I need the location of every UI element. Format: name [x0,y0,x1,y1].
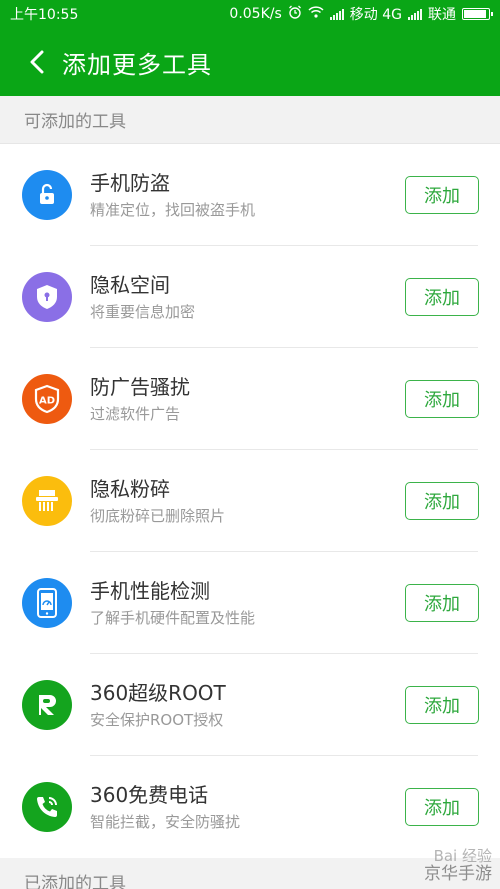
add-button[interactable]: 添加 [405,788,479,826]
wifi-icon [308,6,324,22]
page-title: 添加更多工具 [62,50,212,79]
add-button[interactable]: 添加 [405,278,479,316]
battery-icon [462,8,493,20]
list-item-free-call[interactable]: 360免费电话 智能拦截，安全防骚扰 添加 [0,756,500,858]
list-item-privacy-space[interactable]: 隐私空间 将重要信息加密 添加 [0,246,500,348]
signal-icon [329,8,344,20]
watermark: Bai 经验 京华手游 [424,847,492,883]
status-time: 上午10:55 [10,7,79,23]
phone-gauge-icon [22,578,72,628]
add-button[interactable]: 添加 [405,584,479,622]
section-available-tools: 可添加的工具 [0,96,500,144]
unlock-icon [22,170,72,220]
chevron-left-icon [30,50,44,74]
status-bar: 上午10:55 0.05K/s 移动 4G 联通 [0,0,500,28]
add-button[interactable]: 添加 [405,686,479,724]
app-header: 添加更多工具 [0,28,500,96]
list-item-privacy-shred[interactable]: 隐私粉碎 彻底粉碎已删除照片 添加 [0,450,500,552]
ad-shield-icon: AD [22,374,72,424]
tool-list: 手机防盗 精准定位，找回被盗手机 添加 隐私空间 将重要信息加密 添加 AD 防… [0,144,500,858]
shield-lock-icon [22,272,72,322]
network-speed: 0.05K/s [229,6,282,22]
alarm-icon [288,5,302,23]
svg-text:AD: AD [39,396,55,407]
list-item-anti-ad[interactable]: AD 防广告骚扰 过滤软件广告 添加 [0,348,500,450]
back-button[interactable] [24,49,50,75]
carrier-1: 移动 4G [349,7,402,23]
list-item-performance-test[interactable]: 手机性能检测 了解手机硬件配置及性能 添加 [0,552,500,654]
phone-call-icon [22,782,72,832]
list-item-super-root[interactable]: 360超级ROOT 安全保护ROOT授权 添加 [0,654,500,756]
add-button[interactable]: 添加 [405,482,479,520]
add-button[interactable]: 添加 [405,176,479,214]
add-button[interactable]: 添加 [405,380,479,418]
root-r-icon [22,680,72,730]
signal-icon [408,8,422,20]
carrier-2: 联通 [428,7,456,23]
shredder-icon [22,476,72,526]
list-item-anti-theft[interactable]: 手机防盗 精准定位，找回被盗手机 添加 [0,144,500,246]
watermark-line1: Bai 经验 [433,847,492,865]
watermark-line2: 京华手游 [424,864,492,884]
